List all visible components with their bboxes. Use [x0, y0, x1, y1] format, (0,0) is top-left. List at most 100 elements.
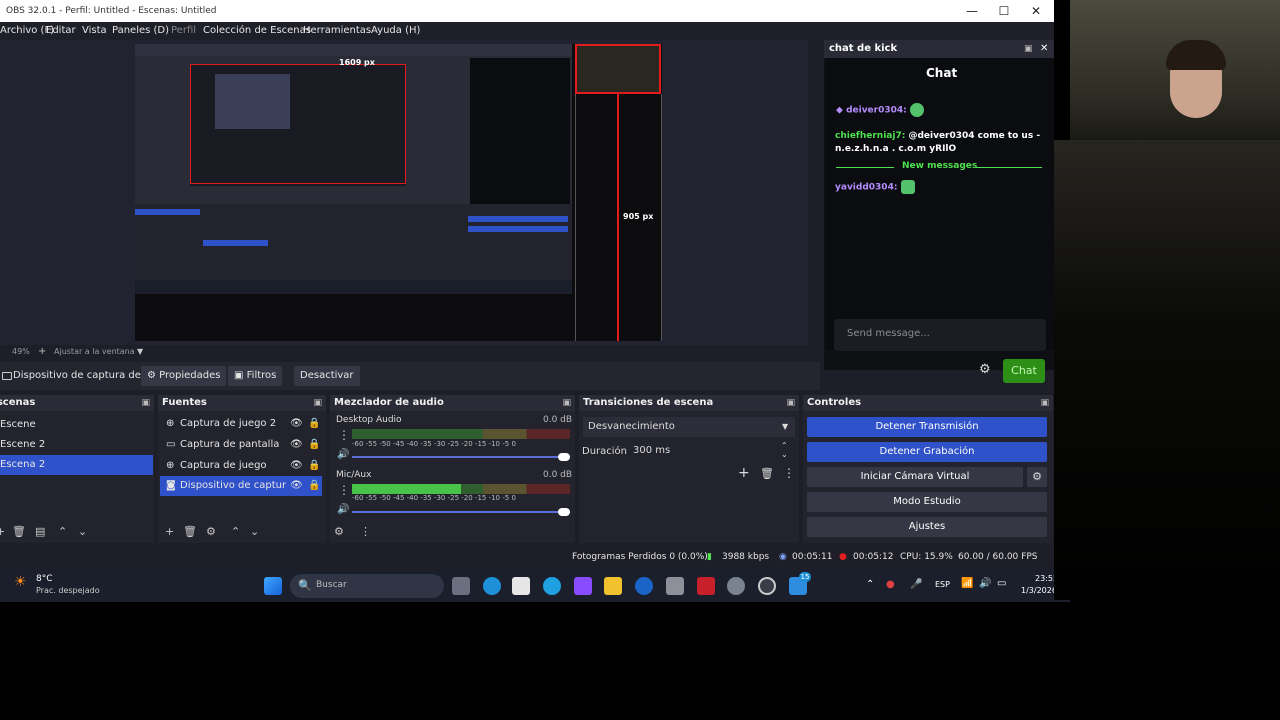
float-icon[interactable]: ▣: [141, 395, 150, 411]
volume-slider-handle[interactable]: [558, 508, 570, 516]
move-up-icon[interactable]: ⌃: [231, 521, 240, 543]
volume-icon[interactable]: 🔊: [979, 578, 991, 589]
float-icon[interactable]: ▣: [786, 395, 795, 411]
close-button[interactable]: ✕: [1020, 0, 1052, 22]
trash-icon[interactable]: 🗑: [183, 521, 197, 543]
microphone-icon[interactable]: 🎤: [910, 579, 922, 590]
lock-icon[interactable]: 🔒: [308, 476, 320, 496]
menu-ayuda[interactable]: Ayuda (H): [371, 22, 420, 40]
task-view-icon[interactable]: [452, 577, 470, 595]
menu-vista[interactable]: Vista: [82, 22, 107, 40]
filter-icon[interactable]: ▤: [35, 521, 45, 543]
add-transition-icon[interactable]: +: [738, 465, 750, 481]
start-virtual-camera-button[interactable]: Iniciar Cámara Virtual: [807, 467, 1023, 487]
track-menu-icon[interactable]: ⋮: [338, 483, 350, 497]
visibility-eye-icon[interactable]: 👁: [290, 414, 303, 434]
visibility-eye-icon[interactable]: 👁: [290, 456, 303, 476]
properties-button[interactable]: ⚙ Propiedades: [141, 366, 227, 386]
chat-username[interactable]: deiver0304:: [846, 106, 907, 116]
windows-start-icon[interactable]: [264, 577, 282, 595]
track-menu-icon[interactable]: ⋮: [338, 428, 350, 442]
chat-username[interactable]: chiefherniaj7:: [835, 131, 905, 141]
scene-item[interactable]: Escene: [0, 415, 154, 435]
duration-spinbox[interactable]: 300 ms ⌃ ⌄: [629, 441, 795, 461]
volume-slider[interactable]: [352, 511, 570, 513]
language-indicator[interactable]: ESP: [935, 580, 950, 589]
fit-dropdown-icon[interactable]: ▼: [137, 345, 143, 359]
battery-icon[interactable]: ▭: [997, 578, 1006, 589]
taskbar-search[interactable]: 🔍 Buscar: [290, 574, 444, 598]
wifi-icon[interactable]: 📶: [961, 578, 973, 589]
float-icon[interactable]: ▣: [562, 395, 571, 411]
mixer-menu-icon[interactable]: ⋮: [360, 521, 371, 543]
weather-temp[interactable]: 8°C: [36, 574, 53, 584]
deactivate-button[interactable]: Desactivar: [294, 366, 360, 386]
scene-item-selected[interactable]: Escena 2: [0, 455, 153, 475]
volume-slider-handle[interactable]: [558, 453, 570, 461]
float-icon[interactable]: ▣: [1024, 40, 1033, 58]
fit-window-label[interactable]: Ajustar a la ventana: [54, 345, 135, 359]
stop-recording-button[interactable]: Detener Grabación: [807, 442, 1047, 462]
mcafee-icon[interactable]: [697, 577, 715, 595]
store-icon[interactable]: [512, 577, 530, 595]
minimize-button[interactable]: —: [956, 0, 988, 22]
move-down-icon[interactable]: ⌄: [250, 521, 259, 543]
hp-icon[interactable]: [635, 577, 653, 595]
volume-slider[interactable]: [352, 456, 570, 458]
menu-coleccion[interactable]: Colección de Escenas: [203, 22, 311, 40]
menu-paneles[interactable]: Paneles (D): [112, 22, 169, 40]
source-item[interactable]: ▭ Captura de pantalla 👁 🔒: [158, 435, 326, 455]
lock-icon[interactable]: 🔒: [308, 435, 320, 455]
speaker-icon[interactable]: 🔊: [337, 449, 349, 460]
chevron-up-icon[interactable]: ⌃: [866, 579, 874, 590]
obs-icon[interactable]: [758, 577, 776, 595]
virtual-camera-settings-gear-icon[interactable]: ⚙: [1027, 467, 1047, 487]
move-up-icon[interactable]: ⌃: [58, 521, 67, 543]
chat-username[interactable]: yavidd0304:: [835, 183, 897, 193]
trash-icon[interactable]: 🗑: [760, 467, 774, 480]
file-explorer-icon[interactable]: [604, 577, 622, 595]
transition-select[interactable]: Desvanecimiento ▼: [583, 417, 795, 437]
menu-perfil[interactable]: Perfil: [171, 22, 196, 40]
settings-app-icon[interactable]: [727, 577, 745, 595]
trash-icon[interactable]: 🗑: [12, 521, 26, 543]
source-item[interactable]: ⊕ Captura de juego 2 👁 🔒: [158, 414, 326, 434]
camera-app-icon[interactable]: [666, 577, 684, 595]
source-item[interactable]: ⊕ Captura de juego 👁 🔒: [158, 456, 326, 476]
edge-icon[interactable]: [543, 577, 561, 595]
app-icon[interactable]: [574, 577, 592, 595]
copilot-icon[interactable]: [483, 577, 501, 595]
chat-input[interactable]: Send message...: [834, 319, 1046, 351]
settings-button[interactable]: Ajustes: [807, 517, 1047, 537]
close-icon[interactable]: ✕: [1040, 40, 1048, 58]
menu-herramientas[interactable]: Herramientas: [303, 22, 371, 40]
transition-menu-icon[interactable]: ⋮: [783, 466, 795, 480]
spin-down-icon[interactable]: ⌄: [781, 445, 788, 465]
tray-app-icon[interactable]: ●: [886, 579, 895, 590]
studio-mode-button[interactable]: Modo Estudio: [807, 492, 1047, 512]
advanced-audio-icon[interactable]: ⚙: [334, 521, 344, 543]
visibility-eye-icon[interactable]: 👁: [290, 435, 303, 455]
chat-send-button[interactable]: Chat: [1003, 359, 1045, 383]
float-icon[interactable]: ▣: [1040, 395, 1049, 411]
float-icon[interactable]: ▣: [313, 395, 322, 411]
clock-date[interactable]: 1/3/2026: [1021, 586, 1057, 595]
scene-item[interactable]: Escene 2: [0, 435, 154, 455]
weather-desc[interactable]: Prac. despejado: [36, 586, 100, 595]
maximize-button[interactable]: ☐: [988, 0, 1020, 22]
menu-editar[interactable]: Editar: [46, 22, 76, 40]
move-down-icon[interactable]: ⌄: [78, 521, 87, 543]
chat-settings-gear-icon[interactable]: ⚙: [979, 362, 991, 377]
add-icon[interactable]: +: [165, 521, 174, 543]
filters-button[interactable]: ▣ Filtros: [228, 366, 283, 386]
lock-icon[interactable]: 🔒: [308, 414, 320, 434]
preview-canvas[interactable]: 905 px 1609 px: [135, 44, 662, 341]
zoom-in-icon[interactable]: +: [38, 345, 46, 359]
add-icon[interactable]: +: [0, 521, 5, 543]
webcam-source-outline[interactable]: [575, 44, 661, 94]
lock-icon[interactable]: 🔒: [308, 456, 320, 476]
stop-streaming-button[interactable]: Detener Transmisión: [807, 417, 1047, 437]
speaker-icon[interactable]: 🔊: [337, 504, 349, 515]
visibility-eye-icon[interactable]: 👁: [290, 476, 303, 496]
source-item-selected[interactable]: ◙ Dispositivo de captura d 👁 🔒: [160, 476, 322, 496]
